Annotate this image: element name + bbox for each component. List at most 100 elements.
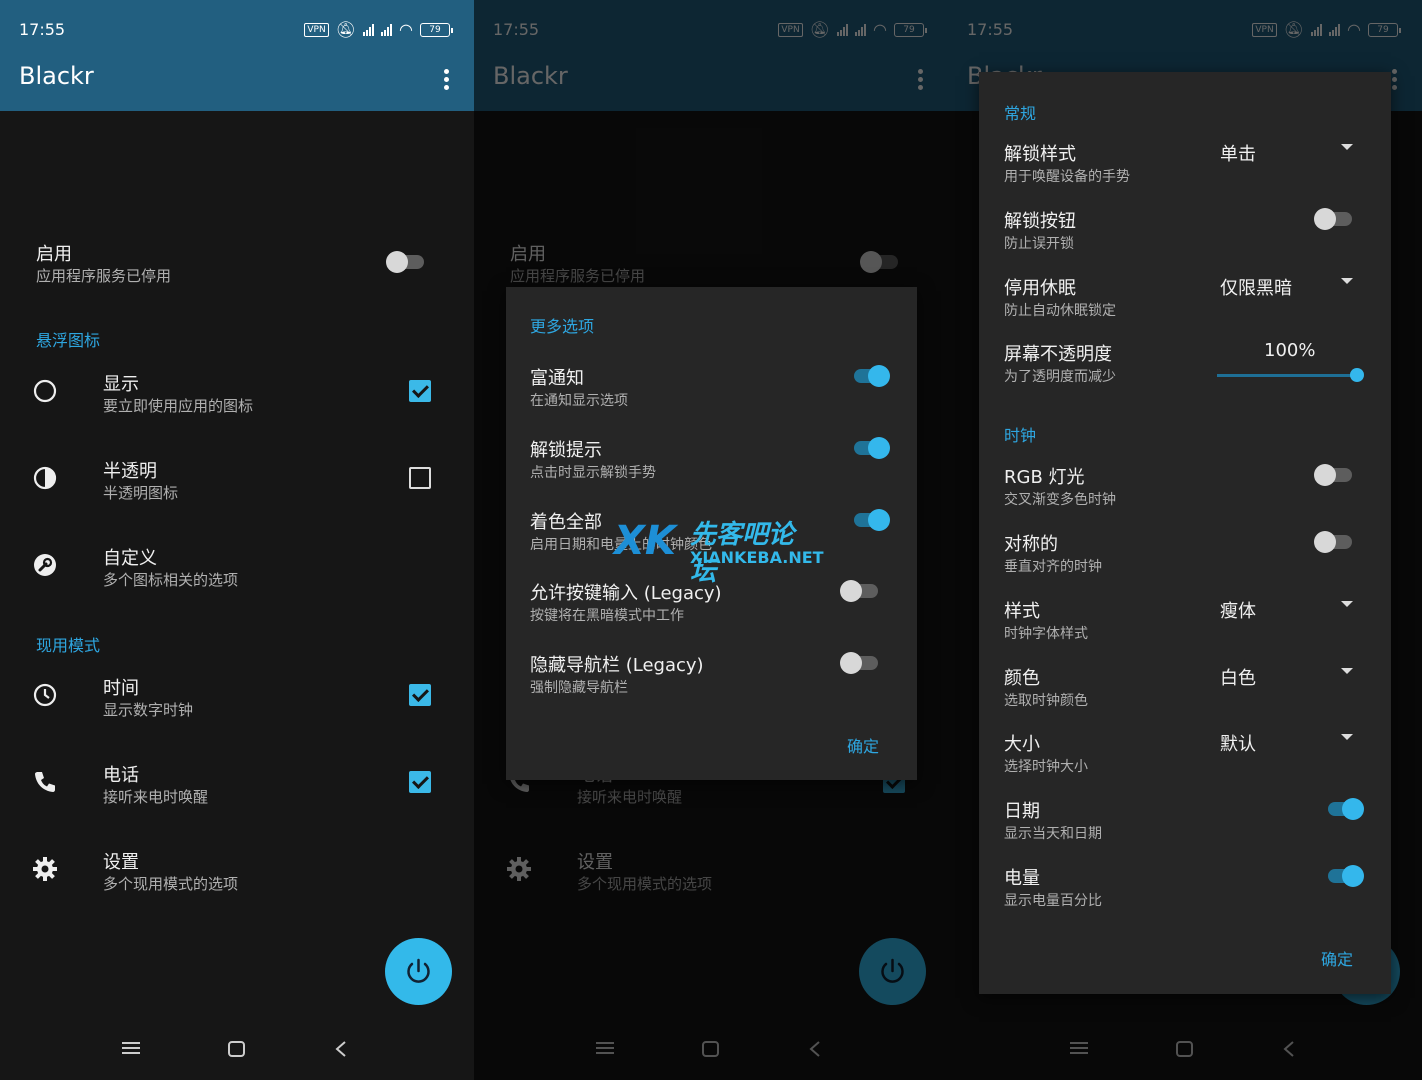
opacity-slider[interactable]: [1217, 368, 1364, 382]
navigation-bar: [0, 1030, 474, 1070]
hide-navbar-subtitle: 强制隐藏导航栏: [530, 680, 628, 696]
date-switch[interactable]: [1324, 797, 1364, 820]
size-title: 大小: [1004, 734, 1040, 755]
time-row[interactable]: 时间 显示数字时钟: [0, 674, 474, 734]
color-dropdown[interactable]: 白色: [1220, 664, 1256, 690]
phone-icon: [32, 769, 58, 795]
rich-notification-title: 富通知: [530, 368, 584, 389]
unlock-hint-switch[interactable]: [850, 436, 890, 459]
enable-switch[interactable]: [386, 250, 426, 273]
rgb-switch[interactable]: [1314, 463, 1354, 486]
menu-nav-icon[interactable]: [121, 1040, 141, 1060]
hide-navbar-switch[interactable]: [840, 651, 880, 674]
more-menu-icon[interactable]: [444, 69, 450, 90]
disable-sleep-row[interactable]: 停用休眠 防止自动休眠锁定: [1004, 274, 1364, 324]
enable-subtitle: 应用程序服务已停用: [36, 267, 172, 285]
status-icons: VPN 🔕︎ ◠ 79: [304, 20, 453, 39]
watermark-logo: XK: [614, 518, 676, 564]
vpn-icon: VPN: [304, 22, 329, 37]
clock-section: 时钟: [1004, 426, 1037, 445]
phone-checkbox[interactable]: [409, 771, 431, 793]
color-title: 颜色: [1004, 668, 1040, 689]
dialog-ok-button[interactable]: 确定: [1321, 946, 1353, 970]
wrench-icon: [32, 552, 58, 578]
customize-subtitle: 多个图标相关的选项: [103, 571, 239, 589]
disable-sleep-subtitle: 防止自动休眠锁定: [1004, 303, 1116, 319]
symmetric-row[interactable]: 对称的 垂直对齐的时钟: [1004, 530, 1364, 580]
general-section: 常规: [1004, 104, 1037, 123]
color-row[interactable]: 颜色 选取时钟颜色: [1004, 664, 1364, 714]
style-row[interactable]: 样式 时钟字体样式: [1004, 597, 1364, 647]
enable-row[interactable]: 启用 应用程序服务已停用: [0, 240, 474, 300]
tint-all-title: 着色全部: [530, 512, 602, 533]
signal-icon: [363, 23, 375, 36]
date-subtitle: 显示当天和日期: [1004, 826, 1102, 842]
unlock-button-row[interactable]: 解锁按钮 防止误开锁: [1004, 207, 1364, 257]
symmetric-switch[interactable]: [1314, 530, 1354, 553]
phone-title: 电话: [103, 765, 139, 786]
battery-switch[interactable]: [1324, 864, 1364, 887]
customize-title: 自定义: [103, 548, 157, 569]
battery-icon: 79: [420, 22, 453, 37]
date-row[interactable]: 日期 显示当天和日期: [1004, 797, 1364, 847]
phone-row[interactable]: 电话 接听来电时唤醒: [0, 761, 474, 821]
show-title: 显示: [103, 374, 139, 395]
symmetric-title: 对称的: [1004, 534, 1058, 555]
gear-icon: [32, 856, 58, 882]
rich-notification-row[interactable]: 富通知 在通知显示选项: [530, 364, 895, 414]
clock-icon: [32, 682, 58, 708]
settings-subtitle: 多个现用模式的选项: [103, 875, 239, 893]
watermark: XK 先客吧论坛 XIANKEBA.NET: [612, 512, 824, 587]
rich-notification-switch[interactable]: [850, 364, 890, 387]
chevron-down-icon: [1341, 144, 1353, 150]
unlock-hint-title: 解锁提示: [530, 440, 602, 461]
back-nav-icon[interactable]: [333, 1040, 349, 1062]
show-subtitle: 要立即使用应用的图标: [103, 397, 254, 415]
time-subtitle: 显示数字时钟: [103, 701, 194, 719]
mute-icon: 🔕︎: [335, 20, 357, 39]
disable-sleep-dropdown[interactable]: 仅限黑暗: [1220, 274, 1292, 300]
chevron-down-icon: [1341, 278, 1353, 284]
opacity-title: 屏幕不透明度: [1004, 344, 1112, 365]
wifi-icon: ◠: [399, 20, 413, 39]
chevron-down-icon: [1341, 668, 1353, 674]
home-nav-icon[interactable]: [227, 1040, 247, 1062]
time-title: 时间: [103, 678, 139, 699]
settings-row[interactable]: 设置 多个现用模式的选项: [0, 848, 474, 908]
phone-subtitle: 接听来电时唤醒: [103, 788, 209, 806]
watermark-domain: XIANKEBA.NET: [690, 548, 824, 567]
main-screen: 17:55 VPN 🔕︎ ◠ 79 Blackr 启用 应用程序服务已停用 悬浮…: [0, 0, 474, 1080]
unlock-hint-row[interactable]: 解锁提示 点击时显示解锁手势: [530, 436, 895, 486]
style-subtitle: 时钟字体样式: [1004, 626, 1088, 642]
size-dropdown[interactable]: 默认: [1220, 730, 1256, 756]
show-icon-row[interactable]: 显示 要立即使用应用的图标: [0, 370, 474, 430]
translucent-row[interactable]: 半透明 半透明图标: [0, 457, 474, 517]
date-title: 日期: [1004, 801, 1040, 822]
unlock-button-subtitle: 防止误开锁: [1004, 236, 1074, 252]
opacity-slider-thumb[interactable]: [1350, 368, 1364, 382]
translucent-checkbox[interactable]: [409, 467, 431, 489]
rgb-row[interactable]: RGB 灯光 交叉渐变多色时钟: [1004, 463, 1364, 513]
tint-all-switch[interactable]: [850, 508, 890, 531]
chevron-down-icon: [1341, 601, 1353, 607]
key-input-switch[interactable]: [840, 579, 880, 602]
dialog-ok-button[interactable]: 确定: [847, 733, 879, 757]
unlock-style-subtitle: 用于唤醒设备的手势: [1004, 169, 1130, 185]
style-dropdown[interactable]: 瘦体: [1220, 597, 1256, 623]
customize-row[interactable]: 自定义 多个图标相关的选项: [0, 544, 474, 604]
unlock-style-row[interactable]: 解锁样式 用于唤醒设备的手势: [1004, 140, 1364, 190]
enable-title: 启用: [36, 244, 72, 265]
half-circle-icon: [32, 465, 58, 491]
show-checkbox[interactable]: [409, 380, 431, 402]
time-checkbox[interactable]: [409, 684, 431, 706]
battery-row[interactable]: 电量 显示电量百分比: [1004, 864, 1364, 914]
size-row[interactable]: 大小 选择时钟大小: [1004, 730, 1364, 780]
unlock-hint-subtitle: 点击时显示解锁手势: [530, 465, 656, 481]
translucent-subtitle: 半透明图标: [103, 484, 179, 502]
symmetric-subtitle: 垂直对齐的时钟: [1004, 559, 1102, 575]
unlock-button-switch[interactable]: [1314, 207, 1354, 230]
unlock-style-dropdown[interactable]: 单击: [1220, 140, 1256, 166]
unlock-style-title: 解锁样式: [1004, 144, 1076, 165]
hide-navbar-row[interactable]: 隐藏导航栏 (Legacy) 强制隐藏导航栏: [530, 651, 895, 701]
power-fab-button[interactable]: [385, 938, 452, 1005]
